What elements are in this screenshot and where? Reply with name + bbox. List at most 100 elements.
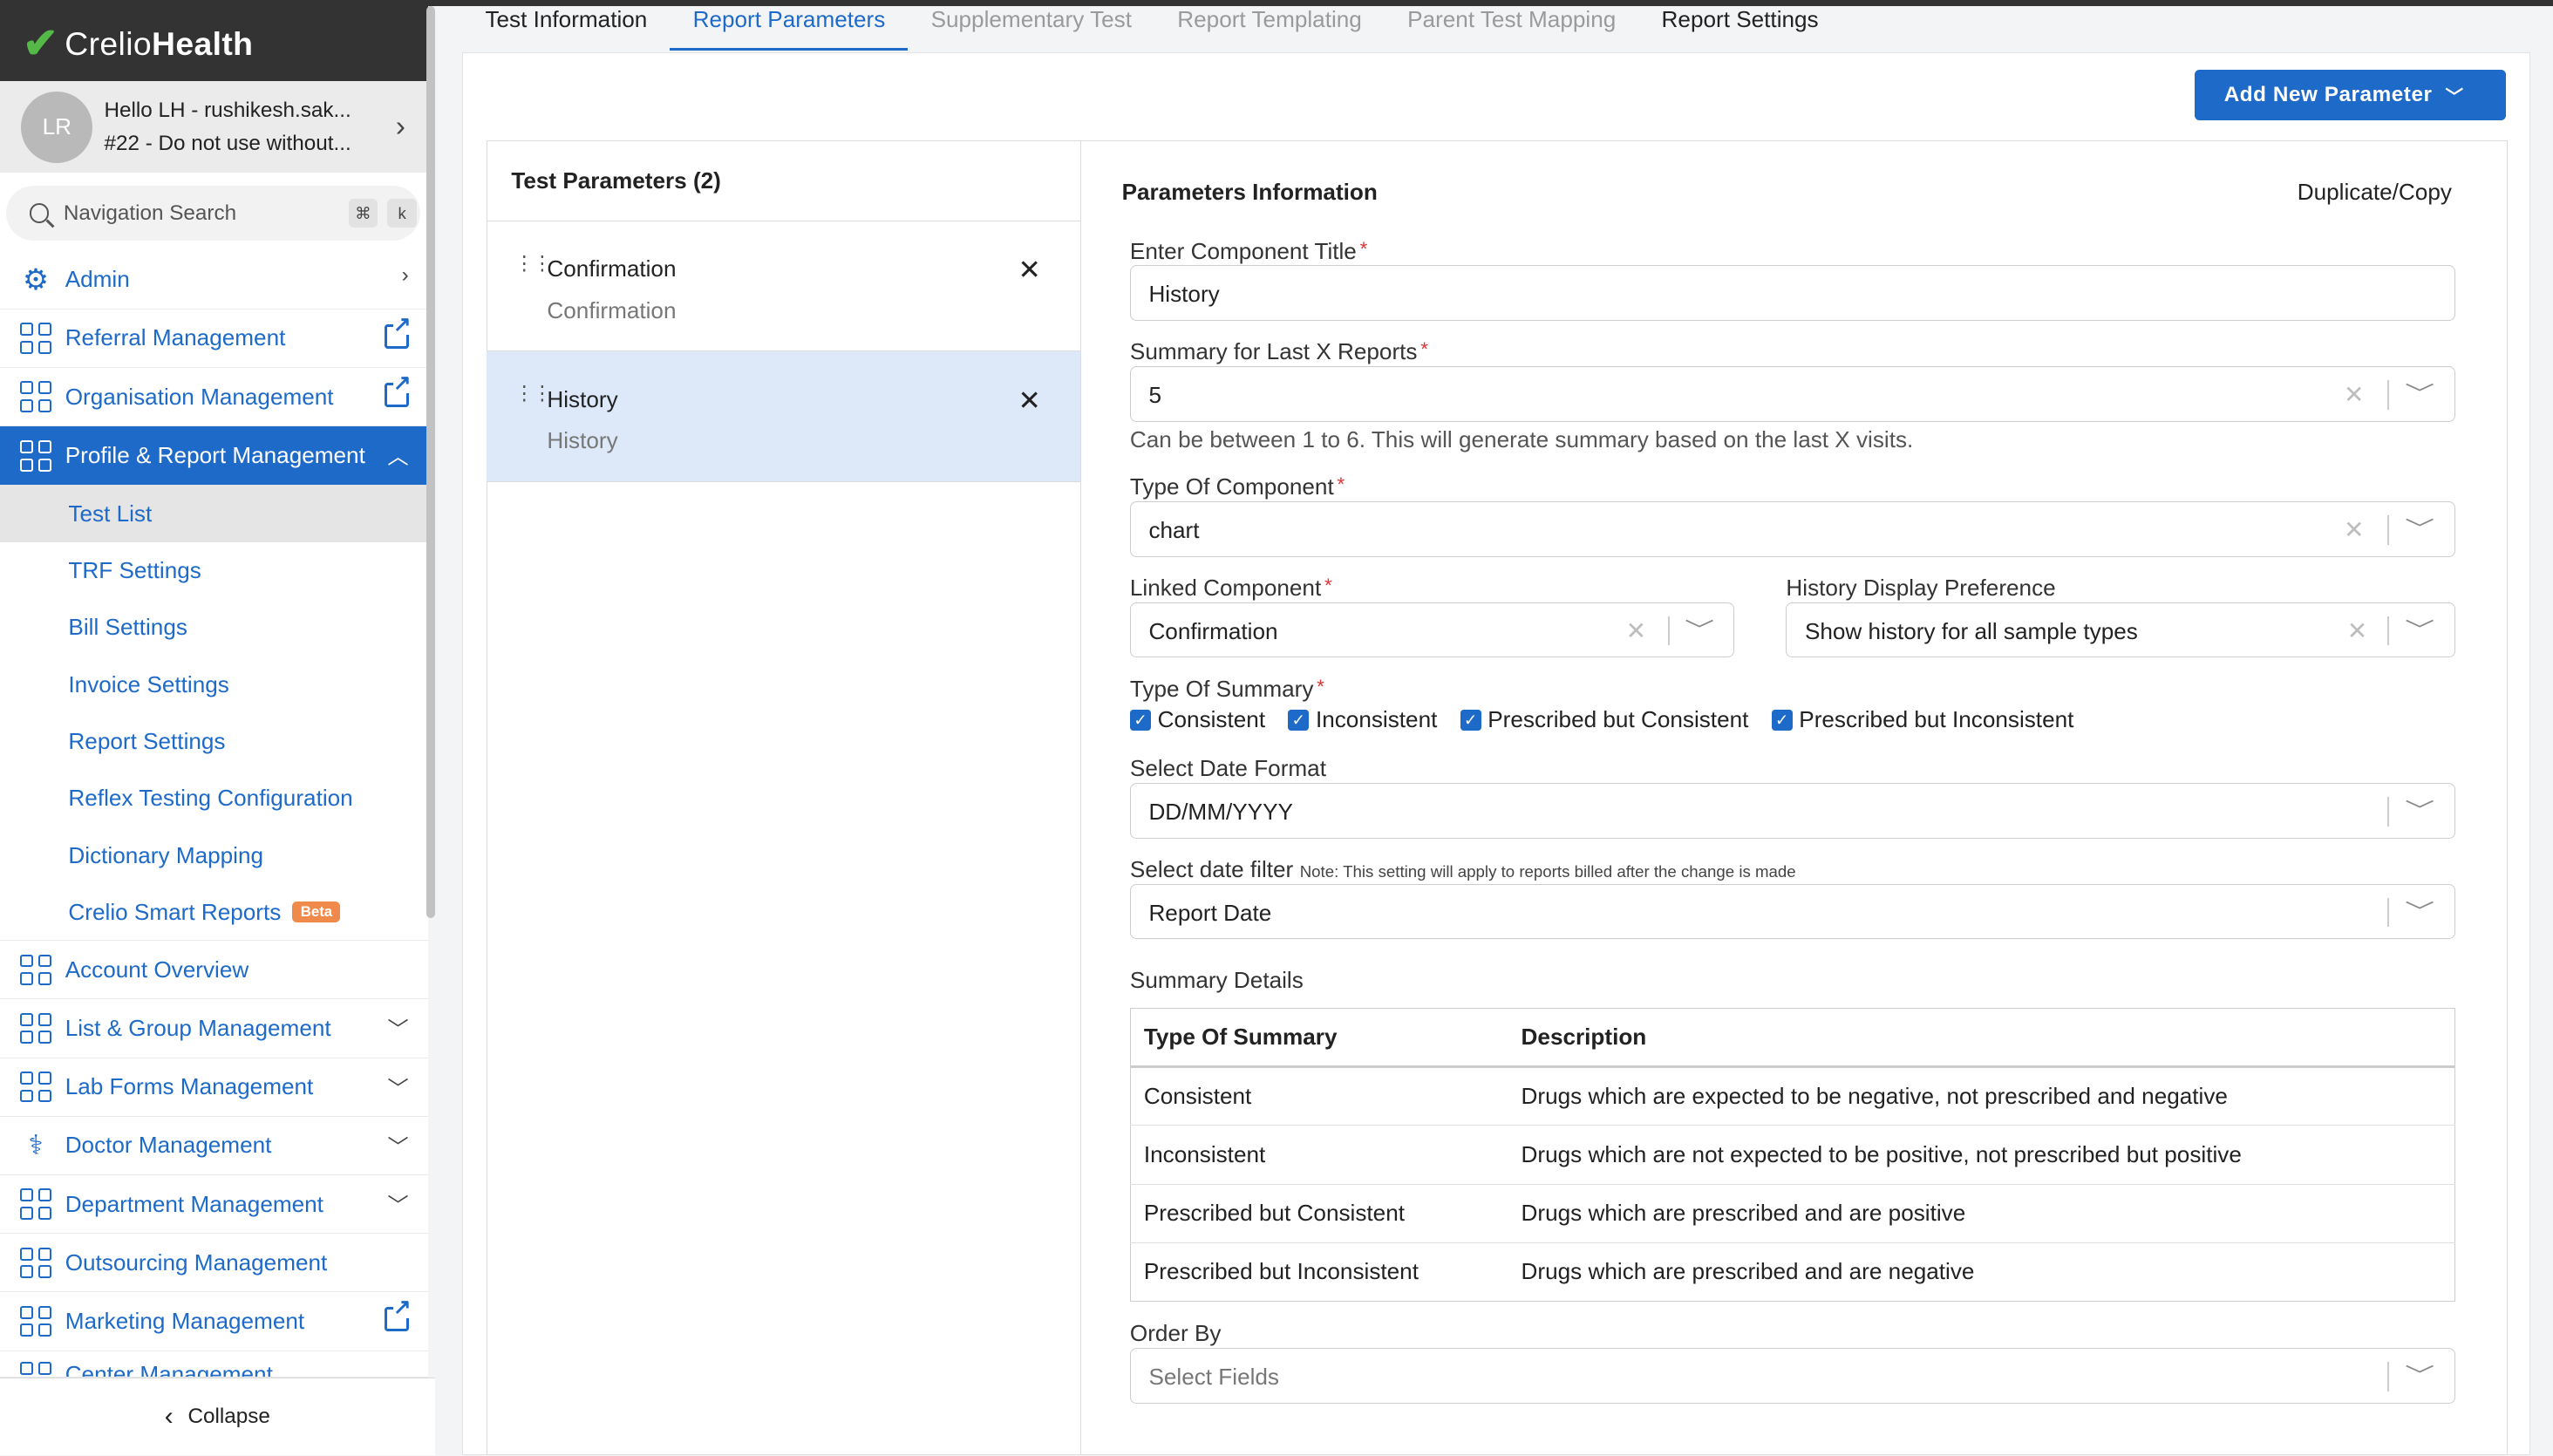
tab-parent-test-mapping[interactable]: Parent Test Mapping: [1385, 0, 1638, 51]
sidebar-item-doctor-management[interactable]: ⚕ Doctor Management ﹀: [0, 1117, 429, 1176]
clear-icon[interactable]: ✕: [2344, 380, 2364, 409]
sidebar-item-list-group-management[interactable]: List & Group Management ﹀: [0, 999, 429, 1058]
clear-icon[interactable]: ✕: [2347, 616, 2367, 645]
date-format-select[interactable]: DD/MM/YYYY ﹀: [1129, 783, 2455, 839]
chevron-down-icon[interactable]: ﹀: [2405, 895, 2434, 925]
sidebar-item-referral-management[interactable]: Referral Management: [0, 310, 429, 368]
table-row: Prescribed but Consistent Drugs which ar…: [1130, 1183, 2455, 1243]
chevron-down-icon[interactable]: ﹀: [2405, 1358, 2434, 1389]
collapse-button[interactable]: ‹ Collapse: [0, 1377, 435, 1456]
tab-report-parameters[interactable]: Report Parameters: [670, 0, 909, 51]
checkbox-prescribed-consistent[interactable]: ✓ Prescribed but Consistent: [1460, 706, 1748, 733]
sidebar-subitem-trf-settings[interactable]: TRF Settings: [0, 542, 428, 599]
checkbox-prescribed-inconsistent[interactable]: ✓ Prescribed but Inconsistent: [1771, 706, 2073, 733]
table-cell: Drugs which are expected to be negative,…: [1508, 1066, 2455, 1126]
grid-icon: [19, 1012, 51, 1044]
command-key-icon: ⌘: [348, 198, 378, 228]
sidebar-subitem-smart-reports[interactable]: Crelio Smart Reports Beta: [0, 884, 429, 942]
tab-report-templating[interactable]: Report Templating: [1154, 0, 1385, 51]
tab-report-settings[interactable]: Report Settings: [1638, 0, 1841, 51]
tab-supplementary-test[interactable]: Supplementary Test: [908, 0, 1154, 51]
sidebar-subitem-bill-settings[interactable]: Bill Settings: [0, 599, 428, 656]
grid-icon: [19, 322, 51, 354]
avatar: LR: [21, 91, 93, 163]
checkmark-icon[interactable]: ✓: [1129, 709, 1152, 731]
sidebar-item-label: Organisation Management: [65, 383, 334, 410]
sidebar-item-marketing-management[interactable]: Marketing Management: [0, 1292, 429, 1351]
chevron-down-icon[interactable]: ﹀: [2405, 512, 2434, 542]
sidebar-item-organisation-management[interactable]: Organisation Management: [0, 368, 429, 427]
grid-icon: [19, 380, 51, 412]
sidebar-item-outsourcing-management[interactable]: Outsourcing Management: [0, 1234, 429, 1293]
add-new-parameter-button[interactable]: Add New Parameter ﹀: [2195, 70, 2506, 121]
param-title: Confirmation: [547, 255, 677, 282]
summary-type-label: Type Of Summary *: [1129, 675, 1324, 702]
date-format-label: Select Date Format: [1129, 755, 1326, 782]
sidebar-item-label: Department Management: [65, 1190, 323, 1217]
sidebar-item-department-management[interactable]: Department Management ﹀: [0, 1175, 429, 1235]
list-item[interactable]: ⋮⋮ Confirmation Confirmation ✕: [487, 221, 1080, 352]
sidebar-item-label: Profile & Report Management: [65, 442, 365, 469]
checkbox-inconsistent[interactable]: ✓ Inconsistent: [1288, 706, 1437, 733]
sidebar-subitem-invoice-settings[interactable]: Invoice Settings: [0, 656, 428, 712]
clear-icon[interactable]: ✕: [1626, 616, 1646, 645]
drag-handle-icon[interactable]: ⋮⋮: [514, 384, 552, 403]
external-link-icon[interactable]: [384, 1298, 412, 1332]
sidebar-item-center-management[interactable]: Center Management: [0, 1351, 429, 1378]
sidebar-subitem-report-settings[interactable]: Report Settings: [0, 713, 428, 770]
user-profile[interactable]: LR Hello LH - rushikesh.sak... #22 - Do …: [0, 81, 429, 173]
chevron-down-icon: ﹀: [387, 1077, 409, 1101]
external-link-icon[interactable]: [384, 315, 412, 349]
sidebar-item-label: Outsourcing Management: [65, 1248, 328, 1276]
external-link-icon[interactable]: [384, 373, 412, 407]
linked-component-select[interactable]: Confirmation ✕ ﹀: [1129, 602, 1734, 658]
summary-details-label: Summary Details: [1129, 967, 1304, 994]
date-filter-select[interactable]: Report Date ﹀: [1129, 883, 2455, 940]
component-title-input[interactable]: History: [1129, 265, 2455, 321]
brand-name-part2: Health: [152, 24, 254, 62]
duplicate-copy-link[interactable]: Duplicate/Copy: [2298, 179, 2452, 206]
sidebar-item-profile-report-management[interactable]: Profile & Report Management ︿: [0, 426, 429, 486]
component-type-label: Type Of Component *: [1129, 473, 1345, 500]
sidebar-subitem-reflex-testing[interactable]: Reflex Testing Configuration: [0, 770, 428, 827]
close-icon[interactable]: ✕: [1018, 254, 1041, 286]
checkmark-icon[interactable]: ✓: [1460, 709, 1481, 731]
beta-badge: Beta: [292, 901, 341, 922]
summary-last-hint: Can be between 1 to 6. This will generat…: [1129, 426, 1914, 453]
chevron-down-icon[interactable]: ﹀: [2405, 613, 2434, 643]
clear-icon[interactable]: ✕: [2344, 515, 2364, 544]
sidebar-subitem-dictionary-mapping[interactable]: Dictionary Mapping: [0, 827, 428, 883]
tab-bar: Test Information Report Parameters Suppl…: [462, 0, 1841, 51]
chevron-down-icon[interactable]: ﹀: [1685, 613, 1715, 643]
collapse-label: Collapse: [187, 1405, 270, 1429]
component-title-label: Enter Component Title *: [1129, 237, 1368, 264]
navigation-search[interactable]: Navigation Search ⌘ k: [6, 185, 420, 242]
sidebar-item-label: Referral Management: [65, 324, 286, 351]
grid-icon: [19, 1305, 51, 1337]
checkmark-icon[interactable]: ✓: [1771, 709, 1793, 731]
order-by-select[interactable]: Select Fields ﹀: [1129, 1348, 2455, 1404]
sidebar: ✔ CrelioHealth LR Hello LH - rushikesh.s…: [0, 6, 435, 1456]
sidebar-item-admin[interactable]: ⚙ Admin ›: [0, 251, 429, 310]
sidebar-item-lab-forms-management[interactable]: Lab Forms Management ﹀: [0, 1058, 429, 1117]
drag-handle-icon[interactable]: ⋮⋮: [514, 253, 552, 272]
tab-test-information[interactable]: Test Information: [462, 0, 670, 51]
stethoscope-icon: ⚕: [28, 1129, 44, 1161]
chevron-right-icon[interactable]: ›: [396, 111, 405, 144]
list-item[interactable]: ⋮⋮ History History ✕: [487, 351, 1080, 482]
sidebar-scrollbar[interactable]: [426, 6, 435, 919]
component-type-select[interactable]: chart ✕ ﹀: [1129, 501, 2455, 557]
checkmark-icon[interactable]: ✓: [1288, 709, 1310, 731]
history-pref-select[interactable]: Show history for all sample types ✕ ﹀: [1786, 602, 2455, 658]
sidebar-item-label: List & Group Management: [65, 1015, 331, 1041]
chevron-down-icon[interactable]: ﹀: [2405, 377, 2434, 407]
sidebar-subitem-test-list[interactable]: Test List: [0, 485, 429, 542]
checkbox-consistent[interactable]: ✓ Consistent: [1129, 706, 1265, 733]
close-icon[interactable]: ✕: [1018, 384, 1041, 417]
grid-icon: [19, 1247, 51, 1279]
chevron-down-icon[interactable]: ﹀: [2405, 793, 2434, 824]
table-cell: Drugs which are prescribed and are posit…: [1508, 1183, 2455, 1243]
summary-last-select[interactable]: 5 ✕ ﹀: [1129, 366, 2455, 422]
sidebar-item-account-overview[interactable]: Account Overview: [0, 941, 429, 1000]
brand-logo[interactable]: ✔ CrelioHealth: [0, 6, 429, 82]
